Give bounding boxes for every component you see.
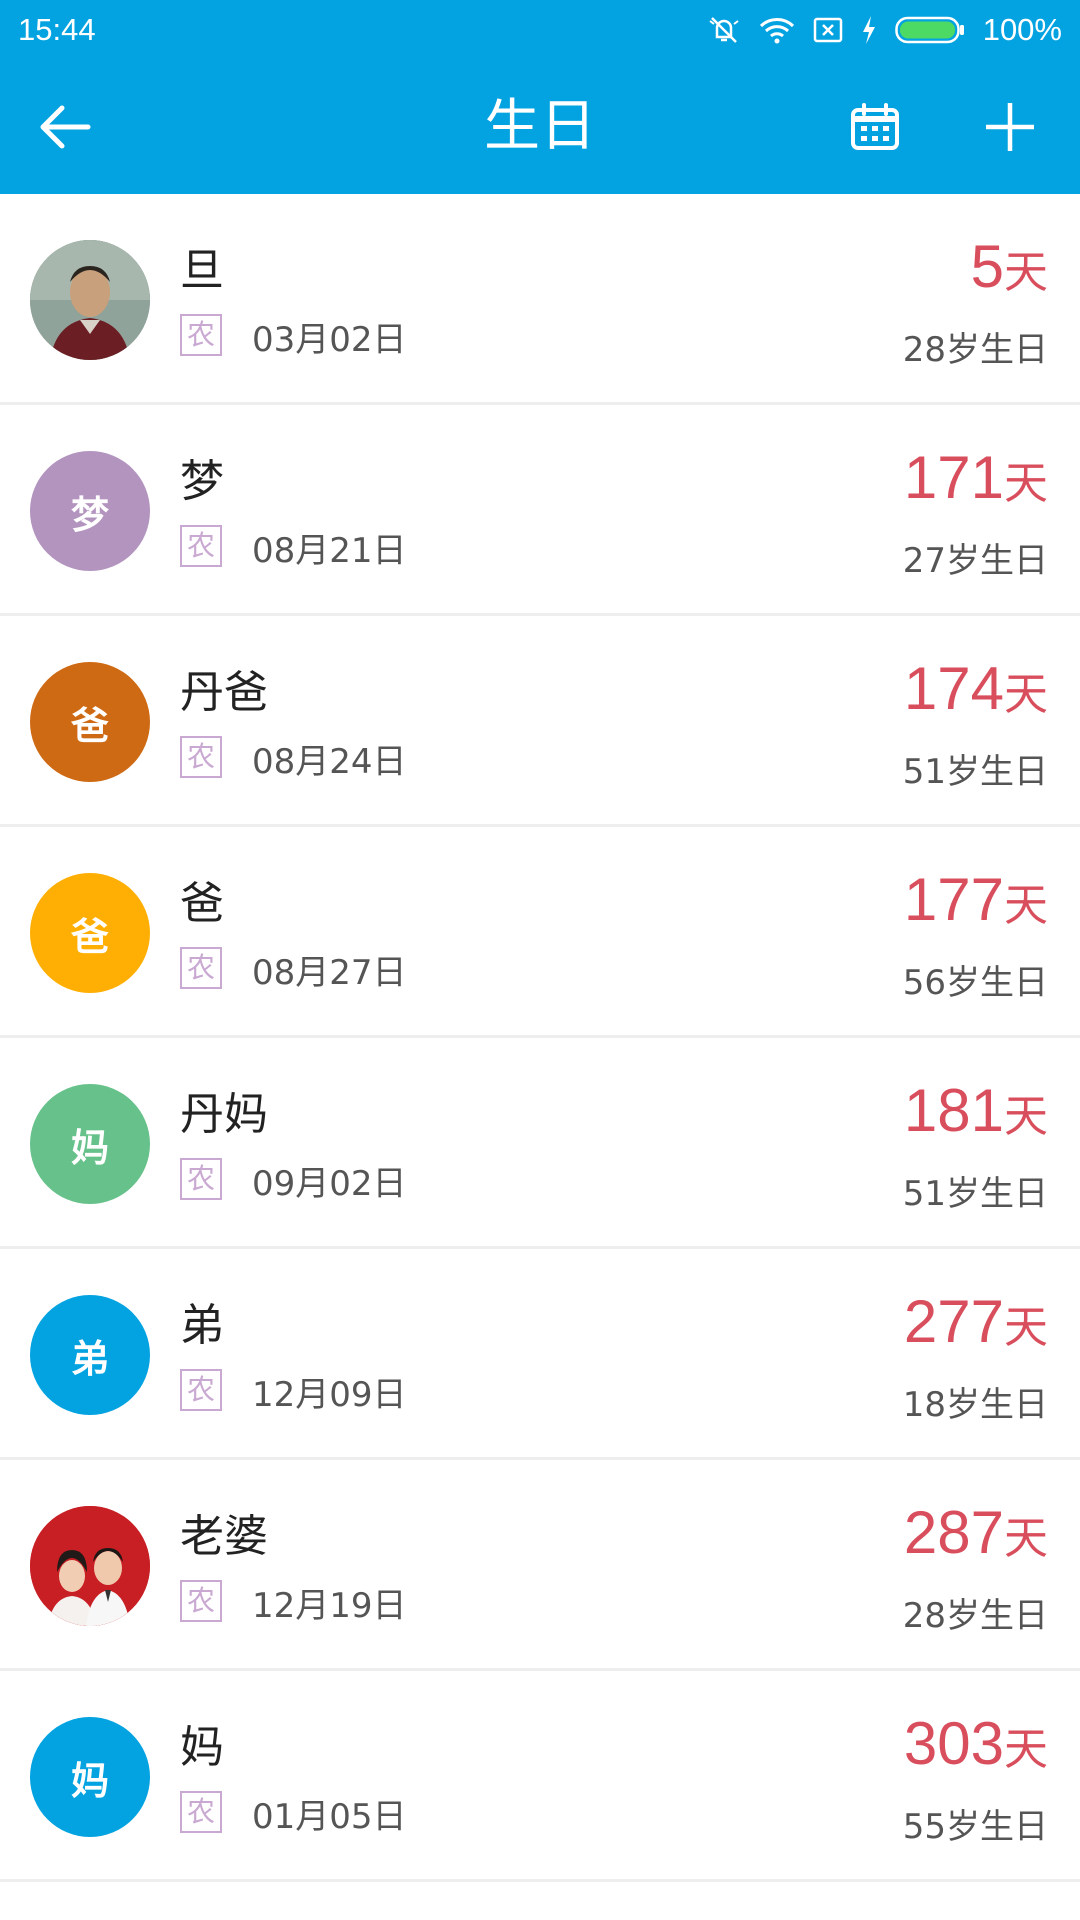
age-label: 56岁生日 bbox=[902, 963, 1048, 1003]
days-count: 174 bbox=[903, 655, 1004, 722]
days-remaining: 277 天 bbox=[904, 1287, 1048, 1356]
avatar: 爸 bbox=[30, 873, 150, 993]
birthday-date: 03月02日 bbox=[252, 320, 407, 360]
wifi-icon bbox=[759, 16, 795, 44]
age-label: 28岁生日 bbox=[902, 330, 1048, 370]
add-button[interactable] bbox=[975, 92, 1045, 162]
age-label: 55岁生日 bbox=[902, 1807, 1048, 1847]
birthday-row-3[interactable]: 爸 爸 农 08月27日 177 天 56岁生日 bbox=[0, 827, 1080, 1038]
days-unit: 天 bbox=[1004, 1302, 1048, 1353]
days-remaining: 174 天 bbox=[904, 654, 1048, 723]
birthday-row-0[interactable]: 旦 农 03月02日 5 天 28岁生日 bbox=[0, 194, 1080, 405]
age-label: 18岁生日 bbox=[902, 1385, 1048, 1425]
avatar: 妈 bbox=[30, 1084, 150, 1204]
contact-name: 弟 bbox=[180, 1300, 224, 1351]
age-label: 51岁生日 bbox=[902, 1174, 1048, 1214]
avatar-letter: 爸 bbox=[70, 703, 109, 748]
days-remaining: 171 天 bbox=[904, 443, 1048, 512]
days-remaining: 303 天 bbox=[904, 1709, 1048, 1778]
birthday-date: 08月21日 bbox=[252, 531, 407, 571]
plus-icon bbox=[986, 103, 1034, 151]
status-time: 15:44 bbox=[18, 12, 96, 47]
birthday-row-7[interactable]: 妈 妈 农 01月05日 303 天 55岁生日 bbox=[0, 1671, 1080, 1882]
days-unit: 天 bbox=[1004, 1724, 1048, 1775]
birthday-date: 12月09日 bbox=[252, 1375, 407, 1415]
app-bar: 生日 bbox=[0, 60, 1080, 194]
contact-name: 梦 bbox=[180, 456, 224, 507]
avatar-letter: 梦 bbox=[70, 492, 109, 537]
contact-name: 丹妈 bbox=[180, 1089, 268, 1140]
avatar-letter: 爸 bbox=[70, 914, 109, 959]
birthday-row-6[interactable]: 老婆 农 12月19日 287 天 28岁生日 bbox=[0, 1460, 1080, 1671]
days-remaining: 5 天 bbox=[971, 232, 1048, 301]
avatar: 妈 bbox=[30, 1717, 150, 1837]
avatar: 梦 bbox=[30, 451, 150, 571]
avatar-photo bbox=[30, 1506, 150, 1626]
avatar: 爸 bbox=[30, 662, 150, 782]
lunar-badge: 农 bbox=[180, 1580, 222, 1622]
days-unit: 天 bbox=[1004, 1513, 1048, 1564]
mute-icon bbox=[707, 15, 741, 45]
battery-icon bbox=[894, 16, 965, 44]
birthday-date: 09月02日 bbox=[252, 1164, 407, 1204]
days-remaining: 177 天 bbox=[904, 865, 1048, 934]
lunar-badge: 农 bbox=[180, 736, 222, 778]
lunar-badge: 农 bbox=[180, 525, 222, 567]
birthday-date: 12月19日 bbox=[252, 1586, 407, 1626]
lunar-badge: 农 bbox=[180, 1158, 222, 1200]
days-count: 177 bbox=[903, 866, 1004, 933]
days-count: 181 bbox=[903, 1077, 1004, 1144]
age-label: 28岁生日 bbox=[902, 1596, 1048, 1636]
days-unit: 天 bbox=[1004, 880, 1048, 931]
days-count: 171 bbox=[903, 444, 1004, 511]
avatar-letter: 弟 bbox=[70, 1336, 109, 1381]
contact-name: 爸 bbox=[180, 878, 224, 929]
birthday-row-2[interactable]: 爸 丹爸 农 08月24日 174 天 51岁生日 bbox=[0, 616, 1080, 827]
birthday-date: 08月24日 bbox=[252, 742, 407, 782]
days-remaining: 287 天 bbox=[904, 1498, 1048, 1567]
birthday-row-1[interactable]: 梦 梦 农 08月21日 171 天 27岁生日 bbox=[0, 405, 1080, 616]
status-icons: 100% bbox=[707, 12, 1062, 48]
days-unit: 天 bbox=[1004, 458, 1048, 509]
page-title: 生日 bbox=[484, 94, 596, 159]
calendar-button[interactable] bbox=[840, 92, 910, 162]
lunar-badge: 农 bbox=[180, 947, 222, 989]
contact-name: 丹爸 bbox=[180, 667, 268, 718]
contact-name: 妈 bbox=[180, 1722, 224, 1773]
days-count: 287 bbox=[903, 1499, 1004, 1566]
lunar-badge: 农 bbox=[180, 1791, 222, 1833]
birthday-row-4[interactable]: 妈 丹妈 农 09月02日 181 天 51岁生日 bbox=[0, 1038, 1080, 1249]
avatar-photo bbox=[30, 240, 150, 360]
lunar-badge: 农 bbox=[180, 1369, 222, 1411]
days-remaining: 181 天 bbox=[904, 1076, 1048, 1145]
birthday-list: 旦 农 03月02日 5 天 28岁生日 梦 梦 农 08月21日 171 天 … bbox=[0, 194, 1080, 1882]
days-unit: 天 bbox=[1004, 1091, 1048, 1142]
calendar-icon bbox=[851, 103, 899, 150]
battery-percent: 100% bbox=[982, 12, 1062, 47]
age-label: 51岁生日 bbox=[902, 752, 1048, 792]
contact-name: 旦 bbox=[180, 245, 224, 296]
charging-icon bbox=[861, 15, 877, 45]
days-unit: 天 bbox=[1004, 247, 1048, 298]
status-bar: 15:44 100% bbox=[0, 0, 1080, 60]
days-count: 303 bbox=[903, 1710, 1004, 1777]
days-unit: 天 bbox=[1004, 669, 1048, 720]
avatar: 弟 bbox=[30, 1295, 150, 1415]
no-sim-icon bbox=[813, 16, 843, 44]
days-count: 277 bbox=[903, 1288, 1004, 1355]
birthday-row-5[interactable]: 弟 弟 农 12月09日 277 天 18岁生日 bbox=[0, 1249, 1080, 1460]
contact-name: 老婆 bbox=[180, 1511, 268, 1562]
lunar-badge: 农 bbox=[180, 314, 222, 356]
age-label: 27岁生日 bbox=[902, 541, 1048, 581]
birthday-date: 08月27日 bbox=[252, 953, 407, 993]
days-count: 5 bbox=[970, 233, 1004, 300]
avatar-letter: 妈 bbox=[70, 1125, 109, 1170]
birthday-date: 01月05日 bbox=[252, 1797, 407, 1837]
avatar-letter: 妈 bbox=[70, 1758, 109, 1803]
